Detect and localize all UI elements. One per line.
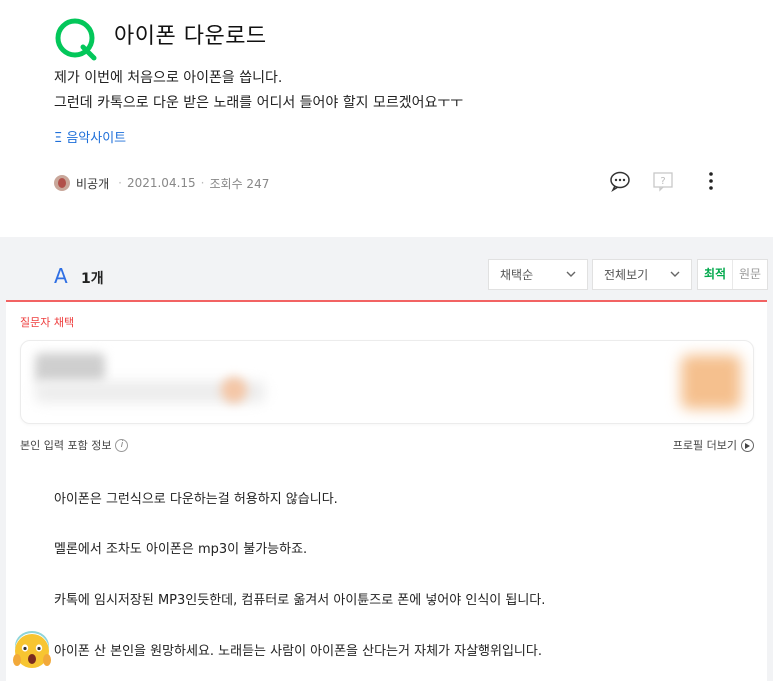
self-info: 본인 입력 포함 정보 i bbox=[20, 437, 129, 453]
answer-card: 질문자 채택 본인 입력 포함 정보 i 프로필 더보기 아이폰은 그런식으로 … bbox=[6, 300, 767, 681]
chevron-down-icon bbox=[566, 271, 576, 277]
info-icon[interactable]: i bbox=[115, 438, 129, 452]
blurred-badge bbox=[221, 377, 247, 403]
blurred-avatar bbox=[681, 355, 741, 409]
chevron-down-icon bbox=[670, 271, 680, 277]
sort-select-value: 채택순 bbox=[500, 268, 534, 282]
info-row: 본인 입력 포함 정보 i 프로필 더보기 bbox=[20, 436, 754, 454]
answerer-profile-card[interactable] bbox=[20, 340, 754, 424]
answer-paragraph: 멜론에서 조차도 아이폰은 mp3이 불가능하죠. bbox=[54, 542, 308, 557]
author-name: 비공개 bbox=[76, 176, 110, 191]
question-body-line: 그런데 카톡으로 다운 받은 노래를 어디서 들어야 할지 모르겠어요ㅜㅜ bbox=[54, 95, 464, 111]
avatar bbox=[54, 175, 70, 191]
screaming-face-emoji bbox=[13, 631, 51, 668]
profile-more-label: 프로필 더보기 bbox=[672, 439, 737, 452]
question-title: 아이폰 다운로드 bbox=[114, 24, 267, 49]
view-toggle: 최적 원문 bbox=[697, 259, 768, 290]
answer-paragraph: 카톡에 임시저장된 MP3인듯한데, 컴퓨터로 옮겨서 아이튠즈로 폰에 넣어야… bbox=[54, 593, 546, 608]
toggle-best[interactable]: 최적 bbox=[698, 260, 733, 289]
answer-paragraph: 아이폰은 그런식으로 다운하는걸 허용하지 않습니다. bbox=[54, 492, 338, 507]
question-section: 아이폰 다운로드 제가 이번에 처음으로 아이폰을 씁니다. 그런데 카톡으로 … bbox=[0, 0, 773, 237]
arrow-circle-icon bbox=[741, 438, 754, 452]
toggle-original[interactable]: 원문 bbox=[733, 260, 767, 289]
meta-separator: · bbox=[200, 176, 205, 190]
question-body: 제가 이번에 처음으로 아이폰을 씁니다. 그런데 카톡으로 다운 받은 노래를… bbox=[54, 66, 463, 116]
meta-separator: · bbox=[118, 176, 122, 190]
report-icon[interactable]: ? bbox=[652, 170, 674, 192]
svg-text:?: ? bbox=[660, 176, 665, 187]
question-date: 2021.04.15 bbox=[126, 176, 196, 190]
chosen-badge: 질문자 채택 bbox=[20, 316, 75, 329]
comment-icon[interactable] bbox=[609, 170, 631, 192]
filter-select-value: 전체보기 bbox=[604, 268, 649, 282]
self-info-label: 본인 입력 포함 정보 bbox=[20, 439, 112, 452]
q-icon bbox=[55, 18, 97, 61]
view-count: 조회수 247 bbox=[209, 176, 270, 191]
profile-more-link[interactable]: 프로필 더보기 bbox=[673, 437, 754, 453]
filter-select[interactable]: 전체보기 bbox=[592, 259, 692, 290]
blurred-name bbox=[35, 353, 105, 383]
sort-select[interactable]: 채택순 bbox=[488, 259, 588, 290]
answers-header: A 1개 채택순 전체보기 최적 원문 bbox=[0, 255, 773, 303]
category-tag[interactable]: Ξ 음악사이트 bbox=[54, 127, 126, 146]
answer-letter: A bbox=[54, 264, 68, 288]
question-body-line: 제가 이번에 처음으로 아이폰을 씁니다. bbox=[54, 70, 283, 86]
question-meta: 비공개 · 2021.04.15 · 조회수 247 bbox=[54, 174, 269, 192]
answer-paragraph: 아이폰 산 본인을 원망하세요. 노래듣는 사람이 아이폰을 산다는거 자체가 … bbox=[54, 644, 542, 659]
answer-count: 1개 bbox=[81, 271, 104, 287]
more-icon[interactable] bbox=[700, 170, 722, 192]
